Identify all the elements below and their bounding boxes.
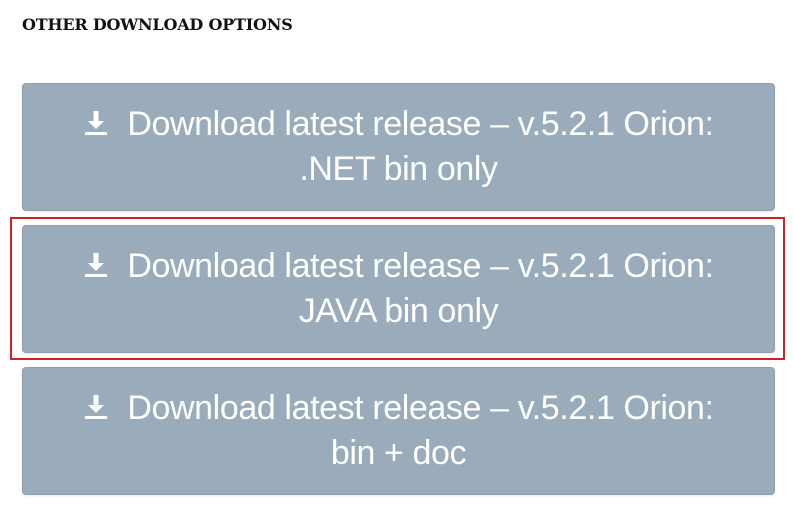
- button-label: Download latest release – v.5.2.1 Orion:…: [63, 102, 733, 192]
- download-icon: [85, 395, 108, 419]
- section-heading: OTHER DOWNLOAD OPTIONS: [22, 15, 293, 34]
- button-label-line-1: Download latest release – v.5.2.1 Orion:: [83, 244, 714, 289]
- button-label-text-1: Download latest release – v.5.2.1 Orion:: [127, 389, 714, 427]
- button-label-line-1: Download latest release – v.5.2.1 Orion:: [83, 386, 714, 431]
- download-bin-doc-button[interactable]: Download latest release – v.5.2.1 Orion:…: [22, 367, 775, 495]
- download-icon: [85, 111, 108, 135]
- download-icon: [85, 253, 108, 277]
- button-label: Download latest release – v.5.2.1 Orion:…: [63, 244, 733, 334]
- button-label-line-2: .NET bin only: [299, 150, 498, 188]
- button-label-line-2: JAVA bin only: [298, 292, 499, 330]
- download-dotnet-bin-button[interactable]: Download latest release – v.5.2.1 Orion:…: [22, 83, 775, 211]
- button-label-text-1: Download latest release – v.5.2.1 Orion:: [127, 247, 714, 285]
- button-label-text-1: Download latest release – v.5.2.1 Orion:: [127, 105, 714, 143]
- button-label: Download latest release – v.5.2.1 Orion:…: [63, 386, 733, 476]
- button-label-line-1: Download latest release – v.5.2.1 Orion:: [83, 102, 714, 147]
- download-java-bin-button[interactable]: Download latest release – v.5.2.1 Orion:…: [22, 225, 775, 353]
- button-label-line-2: bin + doc: [330, 434, 467, 472]
